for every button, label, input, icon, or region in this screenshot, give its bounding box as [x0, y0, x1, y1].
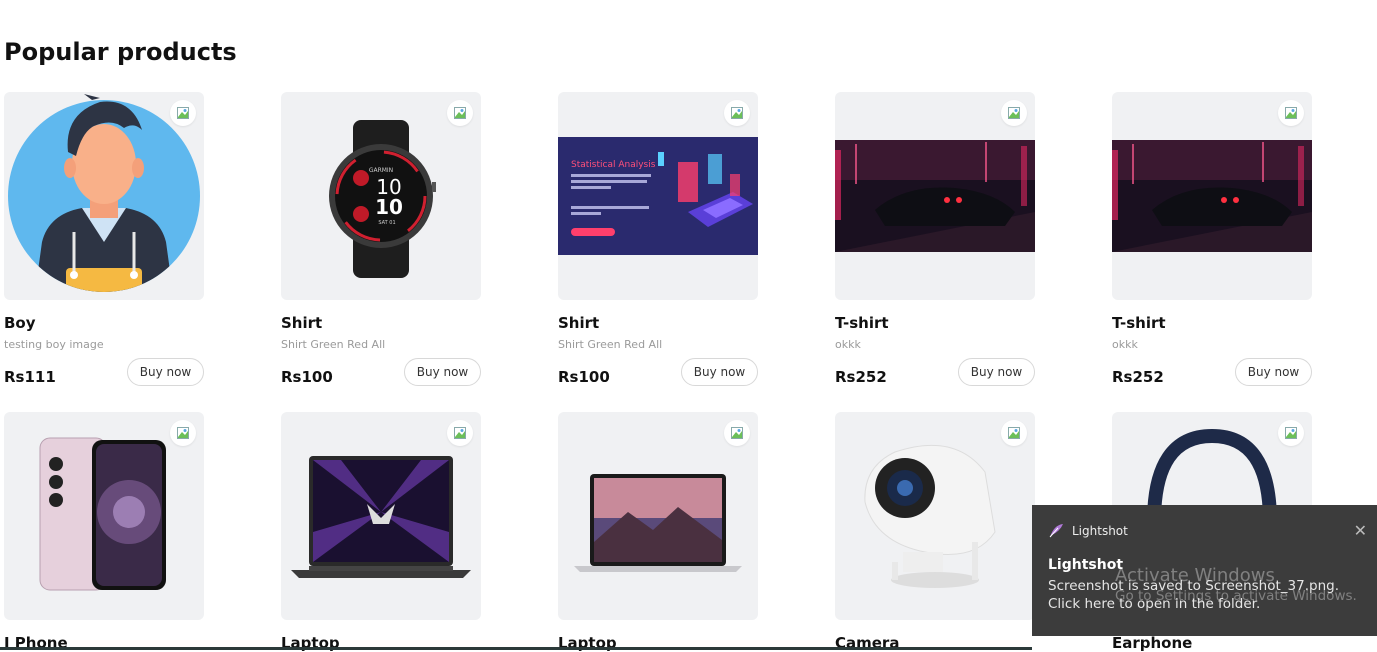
- notification-title: Lightshot: [1048, 557, 1124, 573]
- notification-message[interactable]: Screenshot is saved to Screenshot_37.png…: [1048, 577, 1368, 613]
- product-card[interactable]: T-shirt okkk Rs252 Buy now: [835, 92, 1035, 386]
- favorite-image-icon[interactable]: [170, 100, 196, 126]
- buy-now-button[interactable]: Buy now: [958, 358, 1035, 386]
- product-image-banner[interactable]: Statistical Analysis: [558, 92, 758, 300]
- product-card[interactable]: Statistical Analysis Shirt Shirt Green R…: [558, 92, 758, 386]
- buy-now-button[interactable]: Buy now: [681, 358, 758, 386]
- buy-now-button[interactable]: Buy now: [1235, 358, 1312, 386]
- product-image-macbook[interactable]: [558, 412, 758, 620]
- product-description: testing boy image: [4, 338, 104, 351]
- product-image-gaming-laptop[interactable]: [281, 412, 481, 620]
- product-image-neon-car[interactable]: [1112, 92, 1312, 300]
- favorite-image-icon[interactable]: [1001, 420, 1027, 446]
- product-image-smartwatch[interactable]: GARMIN 10 10 SAT 01: [281, 92, 481, 300]
- favorite-image-icon[interactable]: [1278, 100, 1304, 126]
- product-name: Boy: [4, 314, 36, 332]
- close-icon[interactable]: ✕: [1354, 521, 1367, 540]
- product-description: Shirt Green Red All: [281, 338, 386, 351]
- favorite-image-icon[interactable]: [170, 420, 196, 446]
- product-price: Rs100: [281, 368, 333, 386]
- favorite-image-icon[interactable]: [724, 420, 750, 446]
- product-card[interactable]: T-shirt okkk Rs252 Buy now: [1112, 92, 1312, 386]
- product-image-neon-car[interactable]: [835, 92, 1035, 300]
- lightshot-notification[interactable]: Lightshot ✕ Lightshot Screenshot is save…: [1032, 505, 1377, 636]
- product-name: T-shirt: [835, 314, 889, 332]
- product-description: okkk: [835, 338, 861, 351]
- product-card[interactable]: GARMIN 10 10 SAT 01 Shirt Shirt Green Re…: [281, 92, 481, 386]
- watch-date: SAT 01: [378, 220, 395, 226]
- product-price: Rs252: [835, 368, 887, 386]
- watch-minute: 10: [375, 195, 403, 219]
- product-price: Rs111: [4, 368, 56, 386]
- product-name: Shirt: [281, 314, 323, 332]
- notification-app-name: Lightshot: [1072, 524, 1128, 538]
- page-title: Popular products: [4, 38, 237, 66]
- product-name: Earphone: [1112, 634, 1193, 652]
- feather-icon: [1049, 524, 1063, 538]
- product-image-smartphone[interactable]: [4, 412, 204, 620]
- favorite-image-icon[interactable]: [724, 100, 750, 126]
- product-description: Shirt Green Red All: [558, 338, 663, 351]
- product-image-projector[interactable]: [835, 412, 1035, 620]
- product-description: okkk: [1112, 338, 1138, 351]
- buy-now-button[interactable]: Buy now: [404, 358, 481, 386]
- product-card[interactable]: Camera: [835, 412, 1035, 652]
- favorite-image-icon[interactable]: [1001, 100, 1027, 126]
- banner-title: Statistical Analysis: [571, 160, 656, 170]
- favorite-image-icon[interactable]: [447, 100, 473, 126]
- product-price: Rs252: [1112, 368, 1164, 386]
- watch-brand: GARMIN: [369, 167, 393, 174]
- product-name: Shirt: [558, 314, 600, 332]
- notification-header: Lightshot: [1048, 523, 1128, 539]
- product-image-avatar[interactable]: [4, 92, 204, 300]
- product-price: Rs100: [558, 368, 610, 386]
- favorite-image-icon[interactable]: [447, 420, 473, 446]
- product-card[interactable]: Boy testing boy image Rs111 Buy now: [4, 92, 204, 386]
- product-card[interactable]: I Phone: [4, 412, 204, 652]
- product-name: T-shirt: [1112, 314, 1166, 332]
- favorite-image-icon[interactable]: [1278, 420, 1304, 446]
- product-card[interactable]: Laptop: [281, 412, 481, 652]
- product-card[interactable]: Laptop: [558, 412, 758, 652]
- buy-now-button[interactable]: Buy now: [127, 358, 204, 386]
